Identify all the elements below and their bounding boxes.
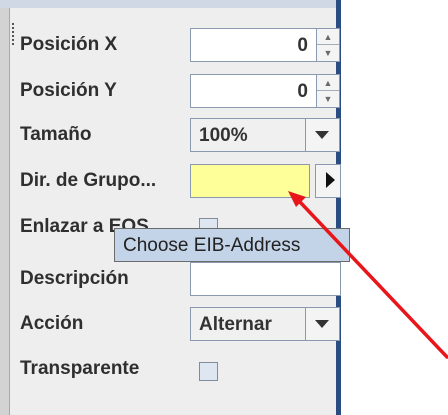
annotation-arrow-line	[298, 200, 448, 359]
annotation-arrow	[288, 191, 448, 359]
